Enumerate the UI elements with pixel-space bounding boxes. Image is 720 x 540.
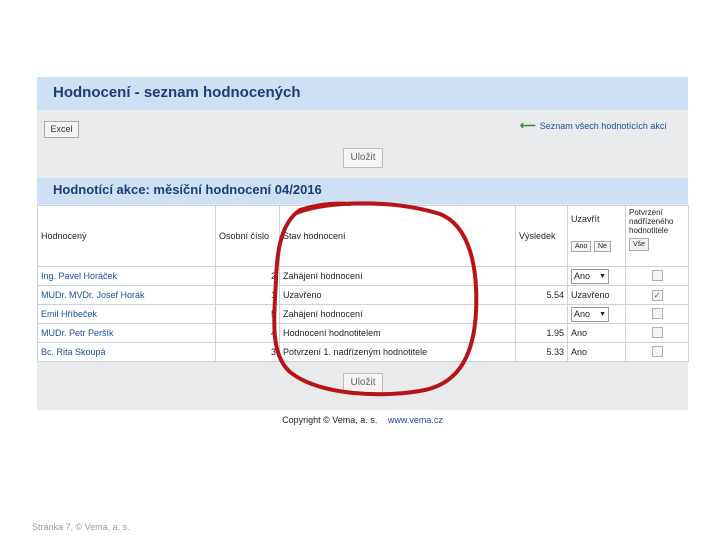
red-annotation-svg <box>272 201 479 397</box>
red-circle-annotation <box>272 201 479 397</box>
